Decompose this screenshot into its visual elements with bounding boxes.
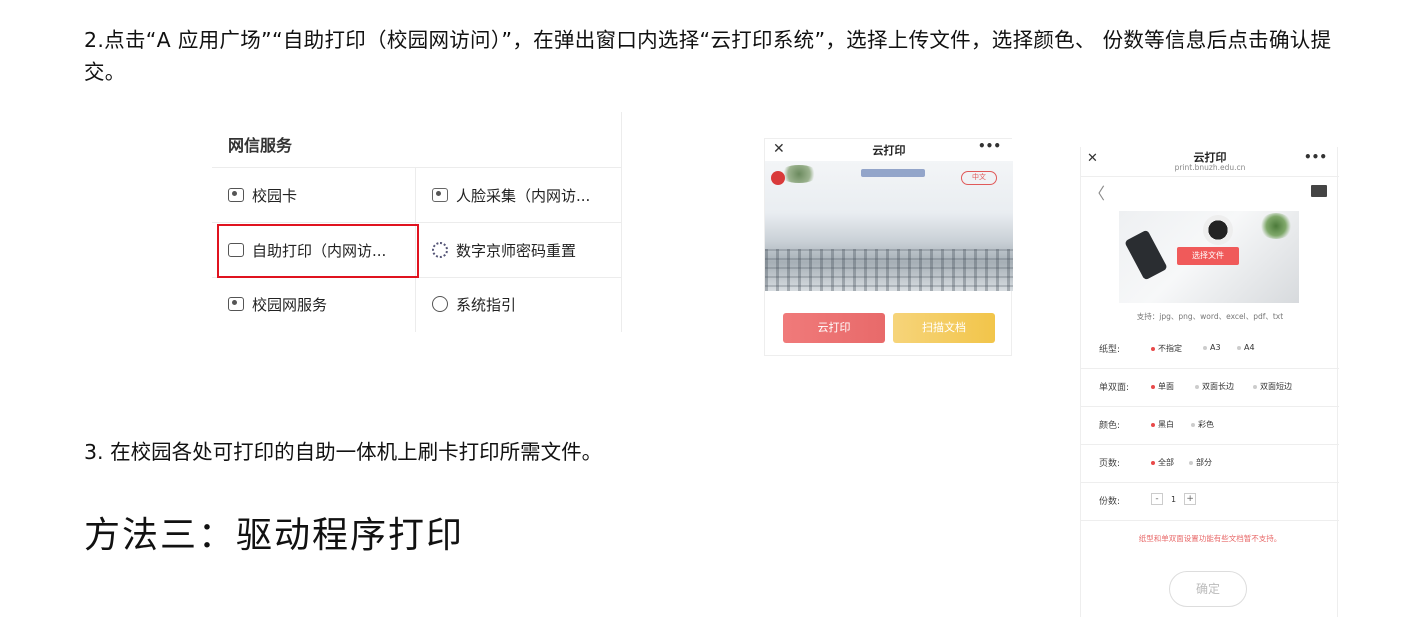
supported-formats: 支持：jpg、png、word、excel、pdf、txt (1136, 312, 1284, 321)
copies-value: 1 (1171, 494, 1177, 504)
guide-icon (432, 296, 448, 312)
cloud-print-home-screen: 云打印 ✕ ••• 中文 云打印 扫描文档 (764, 138, 1013, 356)
menu-item-password-reset[interactable]: 数字京师密码重置 (432, 238, 576, 262)
option-duplex-long[interactable]: 双面长边 (1195, 381, 1234, 392)
row-label: 份数: (1099, 497, 1121, 507)
language-toggle[interactable]: 中文 (961, 171, 997, 185)
option-a4[interactable]: A4 (1237, 343, 1255, 352)
option-unspecified[interactable]: 不指定 (1151, 343, 1182, 354)
divider (212, 167, 622, 168)
menu-title: 网信服务 (228, 136, 293, 155)
row-label: 页数: (1099, 459, 1121, 469)
decrement-button[interactable]: - (1151, 493, 1163, 505)
folder-icon[interactable] (1311, 185, 1327, 197)
select-file-button[interactable]: 选择文件 (1177, 247, 1239, 265)
highlight-box (217, 224, 419, 278)
option-duplex-short[interactable]: 双面短边 (1253, 381, 1292, 392)
option-black-white[interactable]: 黑白 (1151, 419, 1174, 430)
screen-domain: print.bnuzh.edu.cn (1174, 163, 1246, 172)
option-all-pages[interactable]: 全部 (1151, 457, 1174, 468)
plant-decoration (779, 165, 819, 183)
menu-item-label: 人脸采集（内网访... (456, 186, 591, 205)
face-scan-icon (432, 188, 448, 202)
duplex-row: 单双面: 单面 双面长边 双面短边 (1081, 369, 1339, 407)
copies-stepper: - 1 + (1151, 493, 1197, 505)
service-menu-panel: 网信服务 校园卡 人脸采集（内网访... 自助打印（内网访... 数字京师密码重… (212, 112, 622, 332)
step2-paragraph: 2.点击“A 应用广场”“自助打印（校园网访问）”，在弹出窗口内选择“云打印系统… (84, 28, 1332, 84)
step3-paragraph: 3. 在校园各处可打印的自助一体机上刷卡打印所需文件。 (84, 440, 603, 464)
radio-dot-icon (1191, 422, 1195, 427)
divider (621, 112, 622, 332)
cloud-print-button[interactable]: 云打印 (783, 313, 885, 343)
pages-row: 页数: 全部 部分 (1081, 445, 1339, 483)
row-label: 单双面: (1099, 383, 1130, 393)
menu-item-face-capture[interactable]: 人脸采集（内网访... (432, 183, 590, 207)
increment-button[interactable]: + (1184, 493, 1197, 505)
phone-decoration (1124, 229, 1168, 281)
section-heading: 方法三：驱动程序打印 (84, 515, 465, 556)
close-icon[interactable]: ✕ (1087, 151, 1098, 166)
radio-dot-icon (1203, 345, 1207, 350)
radio-dot-icon (1151, 460, 1155, 465)
avatar-icon[interactable] (771, 171, 785, 185)
scan-document-button[interactable]: 扫描文档 (893, 313, 995, 343)
option-a3[interactable]: A3 (1203, 343, 1221, 352)
banner-texture (765, 249, 1013, 291)
menu-item-label: 系统指引 (456, 295, 517, 314)
upload-banner: 选择文件 (1119, 211, 1299, 303)
back-icon[interactable]: 〈 (1089, 180, 1105, 204)
copies-row: 份数: - 1 + (1081, 483, 1339, 521)
color-row: 颜色: 黑白 彩色 (1081, 407, 1339, 445)
radio-dot-icon (1151, 384, 1155, 389)
option-partial-pages[interactable]: 部分 (1189, 457, 1212, 468)
plant-decoration (1259, 213, 1293, 239)
confirm-button[interactable]: 确定 (1169, 571, 1247, 607)
row-label: 纸型: (1099, 345, 1121, 355)
radio-dot-icon (1151, 422, 1155, 427)
radio-dot-icon (1237, 345, 1241, 350)
row-label: 颜色: (1099, 421, 1121, 431)
option-color[interactable]: 彩色 (1191, 419, 1214, 430)
menu-item-label: 校园网服务 (252, 295, 328, 314)
paper-size-row: 纸型: 不指定 A3 A4 (1081, 331, 1339, 369)
radio-dot-icon (1151, 346, 1155, 351)
divider (1081, 176, 1339, 177)
cup-decoration (1203, 215, 1233, 245)
more-icon[interactable]: ••• (1304, 150, 1327, 164)
radio-dot-icon (1189, 460, 1193, 465)
more-icon[interactable]: ••• (978, 139, 1001, 153)
radio-dot-icon (1195, 384, 1199, 389)
card-icon (228, 188, 244, 202)
menu-item-campus-card[interactable]: 校园卡 (228, 183, 297, 207)
settings-note: 纸型和单双面设置功能有些文档暂不支持。 (1138, 534, 1282, 543)
divider (212, 222, 622, 223)
close-icon[interactable]: ✕ (773, 141, 785, 157)
option-single-sided[interactable]: 单面 (1151, 381, 1174, 392)
menu-item-system-guide[interactable]: 系统指引 (432, 292, 516, 316)
menu-item-label: 校园卡 (252, 186, 298, 205)
network-icon (228, 297, 244, 311)
cloud-print-upload-screen: 云打印 print.bnuzh.edu.cn ✕ ••• 〈 选择文件 支持：j… (1080, 147, 1339, 617)
gear-icon (432, 242, 448, 258)
menu-item-campus-network[interactable]: 校园网服务 (228, 292, 327, 316)
screen-title: 云打印 (872, 144, 906, 157)
university-logo (861, 169, 925, 177)
radio-dot-icon (1253, 384, 1257, 389)
menu-item-label: 数字京师密码重置 (456, 241, 577, 260)
